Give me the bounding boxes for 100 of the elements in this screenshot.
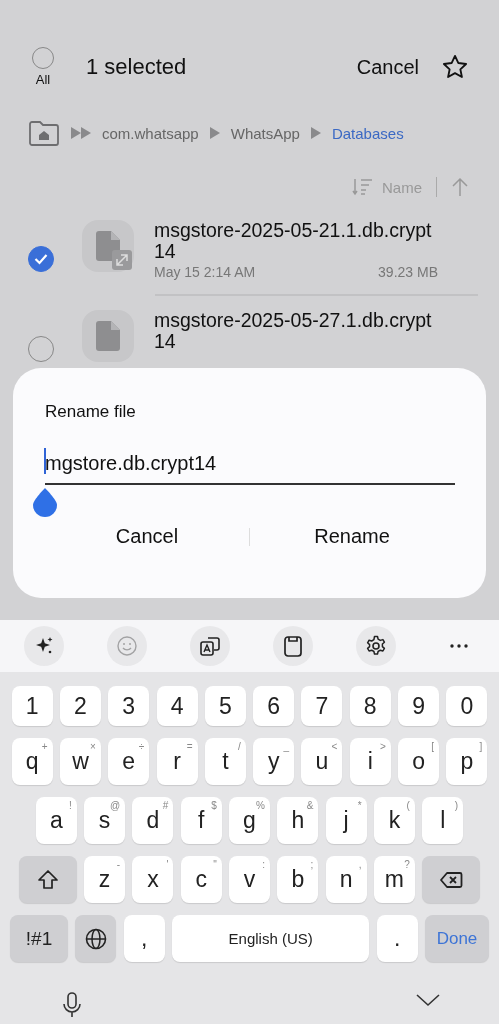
file-icon (82, 220, 134, 272)
key-hint: % (256, 800, 265, 811)
file-size: 39.23 MB (378, 264, 438, 280)
microphone-icon[interactable] (62, 992, 82, 1018)
key[interactable]: m ? (373, 856, 415, 903)
key[interactable]: e ÷ (108, 738, 150, 785)
key-hint: # (162, 800, 169, 811)
file-name: msgstore-2025-05-21.1.db.crypt14 (154, 220, 433, 262)
key[interactable]: s @ (84, 797, 126, 844)
key-hint: ? (404, 859, 410, 870)
cursor-handle-icon[interactable] (32, 487, 58, 517)
check-icon (34, 253, 48, 265)
select-all-label: All (35, 72, 51, 87)
arrow-icon (309, 126, 322, 140)
key[interactable]: j * (325, 797, 367, 844)
translate-icon[interactable] (199, 635, 221, 657)
key-hint: * (357, 800, 362, 811)
key-hint: = (186, 741, 193, 752)
key[interactable]: 6 (253, 686, 295, 726)
key-hint: > (379, 741, 386, 752)
key[interactable]: 3 (108, 686, 150, 726)
path-item[interactable]: com.whatsapp (102, 124, 199, 142)
key[interactable]: , (123, 915, 165, 962)
key-hint: / (238, 741, 241, 752)
key[interactable]: r = (156, 738, 198, 785)
settings-icon[interactable] (365, 635, 387, 657)
key[interactable]: c " (180, 856, 222, 903)
selection-title: 1 selected (86, 54, 188, 80)
path-item[interactable]: WhatsApp (230, 124, 300, 142)
key-hint: @ (109, 800, 121, 811)
home-folder-icon[interactable] (28, 119, 60, 147)
key[interactable]: z - (84, 856, 126, 903)
input-value: mgstore.db.crypt14 (45, 452, 217, 474)
shift-icon (35, 867, 60, 892)
key-hint: [ (431, 741, 435, 752)
key[interactable]: g % (229, 797, 270, 844)
key-hint: ÷ (138, 741, 145, 752)
key[interactable]: t / (204, 738, 246, 785)
globe-key[interactable] (75, 915, 117, 962)
file-icon (82, 309, 134, 362)
file-checkbox[interactable] (28, 246, 54, 272)
clipboard-icon[interactable] (282, 635, 304, 657)
key-hint: ] (479, 741, 483, 752)
key-hint: : (262, 859, 265, 870)
key-hint: ' (166, 859, 169, 870)
key[interactable]: o [ (398, 738, 440, 785)
key-hint: - (116, 859, 121, 870)
key[interactable]: d # (132, 797, 174, 844)
backspace-key[interactable] (422, 856, 481, 903)
key[interactable]: 8 (349, 686, 391, 726)
path-item[interactable]: Databases (331, 124, 404, 142)
cancel-button[interactable]: Cancel (356, 55, 419, 79)
chevron-down-icon[interactable] (415, 992, 441, 1008)
key[interactable]: 5 (204, 686, 246, 726)
key-hint: ( (406, 800, 410, 811)
key-hint: & (306, 800, 314, 811)
key[interactable]: 0 (446, 686, 488, 726)
key[interactable]: 4 (156, 686, 198, 726)
key[interactable]: 7 (301, 686, 343, 726)
cancel-button[interactable]: Cancel (45, 521, 249, 552)
globe-icon (83, 926, 108, 951)
key[interactable]: b ; (277, 856, 319, 903)
shift-key[interactable] (18, 856, 77, 903)
key[interactable]: a ! (35, 797, 77, 844)
key-hint: + (41, 741, 48, 752)
key[interactable]: k ( (373, 797, 415, 844)
key-hint: ! (69, 800, 72, 811)
text-cursor (44, 448, 46, 474)
key[interactable]: v : (229, 856, 270, 903)
key[interactable]: 1 (11, 686, 53, 726)
key[interactable]: u < (301, 738, 343, 785)
name-input-field[interactable]: mgstore.db.crypt14 (45, 452, 455, 485)
key[interactable]: f $ (180, 797, 222, 844)
key[interactable]: y _ (253, 738, 295, 785)
key[interactable]: 2 (59, 686, 101, 726)
key[interactable]: n , (325, 856, 367, 903)
key-hint: _ (283, 741, 290, 752)
key[interactable]: x ' (132, 856, 174, 903)
key-hint: ; (310, 859, 314, 870)
star-icon[interactable] (441, 53, 469, 81)
key[interactable]: i > (349, 738, 391, 785)
file-name: msgstore-2025-05-27.1.db.crypt14 (154, 309, 433, 352)
key-hint: < (331, 741, 338, 752)
key[interactable]: . (376, 915, 418, 962)
arrow-icon (208, 126, 221, 140)
key[interactable]: q + (11, 738, 53, 785)
key[interactable]: w × (59, 738, 101, 785)
file-date: May 15 2:14 AM (154, 264, 256, 280)
key[interactable]: !#1 (10, 915, 68, 962)
dialog-title: Rename file (45, 402, 137, 422)
rename-button[interactable]: Rename (250, 521, 454, 552)
key-hint: × (90, 741, 96, 752)
double-arrow-icon (70, 126, 92, 140)
key-hint: " (213, 859, 217, 870)
key[interactable]: p ] (446, 738, 488, 785)
space-key[interactable]: English (US) (171, 915, 370, 962)
key[interactable]: l ) (422, 797, 464, 844)
key[interactable]: h & (277, 797, 319, 844)
key[interactable]: 9 (398, 686, 440, 726)
key-hint: $ (211, 800, 217, 811)
